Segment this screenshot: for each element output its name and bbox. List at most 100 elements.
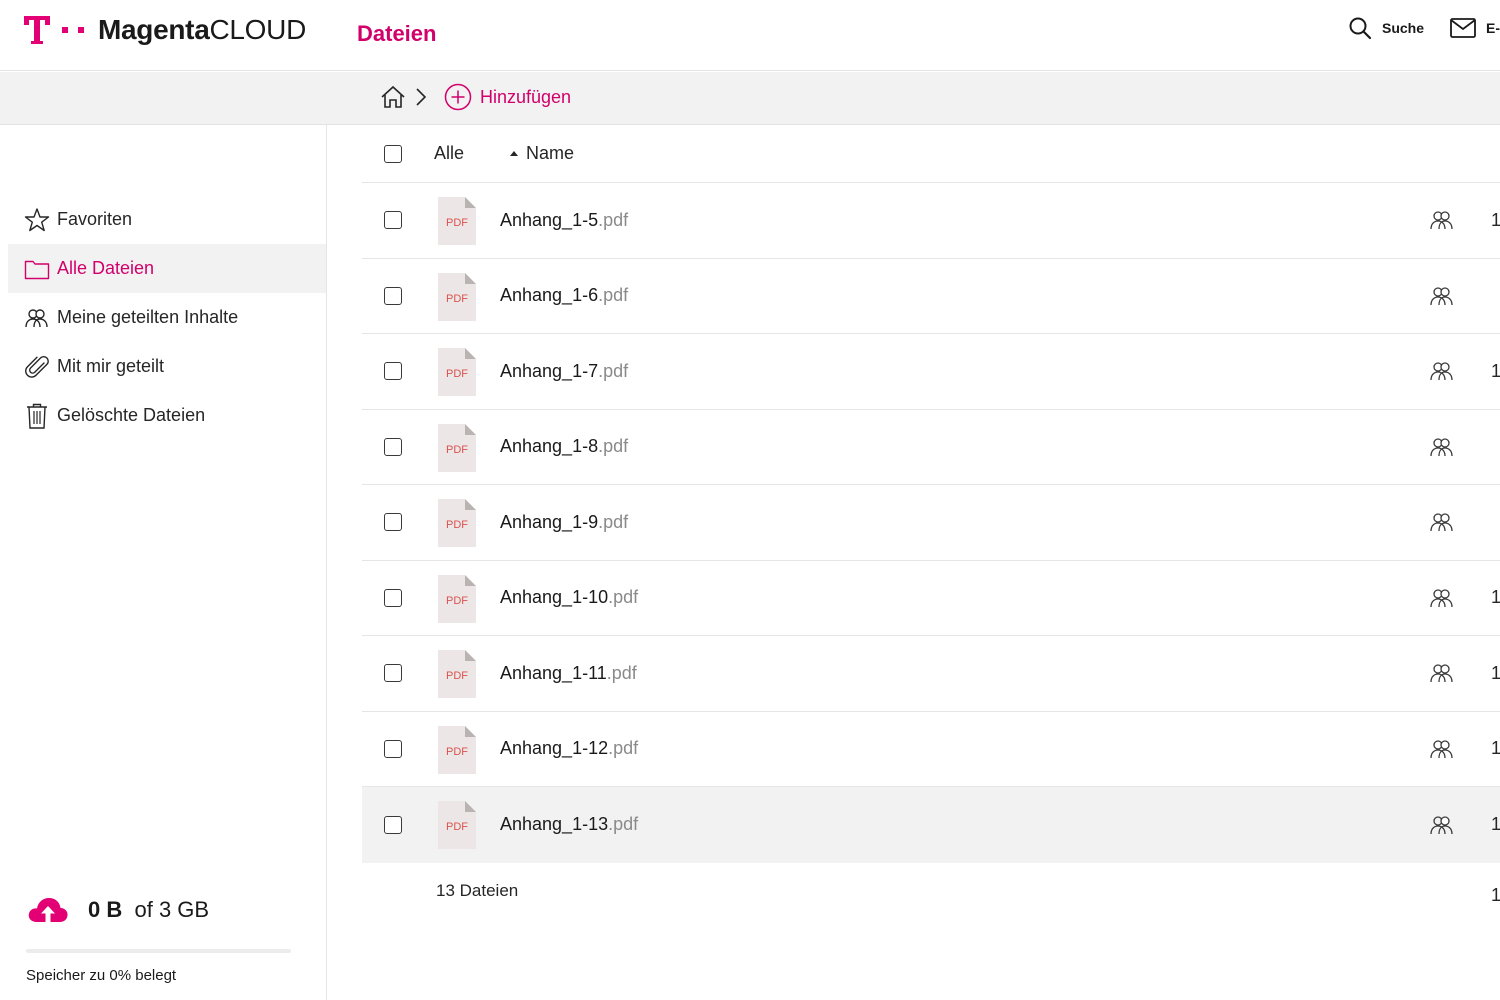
breadcrumb: Hinzufügen [380, 83, 571, 111]
sidebar-nav: Favoriten Alle Dateien Meine geteilten I… [8, 195, 326, 440]
chevron-right-icon [416, 88, 427, 106]
sidebar-item-label: Meine geteilten Inhalte [57, 307, 239, 327]
share-icon[interactable] [1428, 738, 1456, 760]
file-checkbox[interactable] [384, 513, 402, 532]
app-header: MagentaCLOUD Dateien Suche E- [0, 0, 1500, 71]
svg-text:PDF: PDF [446, 746, 468, 758]
pdf-file-icon: PDF [438, 574, 476, 623]
share-icon[interactable] [1428, 662, 1456, 684]
add-button[interactable]: Hinzufügen [444, 83, 571, 111]
select-all-checkbox[interactable] [384, 144, 402, 163]
sidebar-item-label: Favoriten [57, 209, 133, 229]
file-size: 1 [1491, 209, 1500, 230]
file-list-footer: 13 Dateien 1 [362, 863, 1500, 919]
sidebar-item-all-files[interactable]: Alle Dateien [8, 244, 326, 293]
brand-name: MagentaCLOUD [98, 14, 306, 45]
share-icon[interactable] [1428, 285, 1456, 307]
file-checkbox[interactable] [384, 362, 402, 381]
pdf-file-icon: PDF [438, 423, 476, 472]
file-list-header: Alle Name [362, 125, 1500, 183]
trash-icon [23, 402, 51, 430]
paperclip-icon [23, 353, 51, 381]
file-size: 1 [1491, 587, 1500, 608]
mail-icon [1450, 18, 1476, 38]
share-icon[interactable] [1428, 587, 1456, 609]
file-row[interactable]: PDF Anhang_1-5.pdf 1 [362, 183, 1500, 259]
search-button[interactable]: Suche [1348, 16, 1424, 40]
svg-text:PDF: PDF [446, 519, 468, 531]
cloud-upload-icon [28, 898, 68, 922]
sidebar-item-favorites[interactable]: Favoriten [8, 195, 326, 244]
file-checkbox[interactable] [384, 815, 402, 834]
pdf-file-icon: PDF [438, 725, 476, 774]
file-row[interactable]: PDF Anhang_1-8.pdf [362, 410, 1500, 485]
file-name[interactable]: Anhang_1-11.pdf [500, 663, 637, 684]
name-column-header[interactable]: Name [510, 143, 574, 164]
sidebar-item-label: Mit mir geteilt [57, 356, 165, 376]
share-icon[interactable] [1428, 436, 1456, 458]
file-name[interactable]: Anhang_1-6.pdf [500, 285, 628, 306]
pdf-file-icon: PDF [438, 348, 476, 396]
file-row[interactable]: PDF Anhang_1-6.pdf [362, 259, 1500, 334]
file-name[interactable]: Anhang_1-5.pdf [500, 210, 628, 231]
sidebar: Favoriten Alle Dateien Meine geteilten I… [0, 125, 327, 1000]
file-row[interactable]: PDF Anhang_1-7.pdf 1 [362, 334, 1500, 410]
folder-icon [23, 255, 51, 283]
search-label: Suche [1381, 20, 1424, 36]
total-size: 1 [1491, 884, 1500, 905]
pdf-file-icon: PDF [438, 197, 476, 245]
file-name[interactable]: Anhang_1-10.pdf [500, 587, 638, 608]
file-size: 1 [1491, 360, 1500, 381]
file-name[interactable]: Anhang_1-12.pdf [500, 738, 638, 759]
sidebar-item-my-shared[interactable]: Meine geteilten Inhalte [8, 293, 326, 342]
file-size: 1 [1491, 814, 1500, 835]
sort-ascending-icon [510, 151, 518, 156]
email-button[interactable]: E- [1450, 18, 1500, 38]
toolbar: Hinzufügen [0, 72, 1500, 125]
home-icon[interactable] [380, 84, 406, 110]
file-checkbox[interactable] [384, 664, 402, 683]
svg-text:PDF: PDF [446, 293, 468, 305]
sidebar-item-shared-with-me[interactable]: Mit mir geteilt [8, 342, 326, 391]
storage-usage-text: Speicher zu 0% belegt [26, 967, 177, 984]
pdf-file-icon: PDF [438, 801, 476, 849]
file-name[interactable]: Anhang_1-13.pdf [500, 814, 638, 835]
share-icon[interactable] [1428, 814, 1456, 836]
file-size: 1 [1491, 738, 1500, 759]
star-icon [23, 206, 51, 234]
file-checkbox[interactable] [384, 588, 402, 607]
file-checkbox[interactable] [384, 211, 402, 230]
svg-text:PDF: PDF [446, 821, 468, 833]
logo-dots [62, 27, 84, 33]
shared-users-icon [23, 304, 51, 332]
file-name[interactable]: Anhang_1-9.pdf [500, 512, 628, 533]
storage-total: of 3 GB [134, 897, 210, 922]
file-row[interactable]: PDF Anhang_1-12.pdf 1 [362, 712, 1500, 787]
page-title: Dateien [357, 21, 437, 46]
sidebar-item-label: Gelöschte Dateien [57, 405, 206, 425]
svg-text:PDF: PDF [446, 670, 468, 682]
add-label: Hinzufügen [480, 86, 572, 107]
file-row[interactable]: PDF Anhang_1-13.pdf 1 [362, 787, 1500, 863]
brand-logo[interactable]: MagentaCLOUD [24, 12, 306, 48]
sidebar-item-deleted[interactable]: Gelöschte Dateien [8, 391, 326, 440]
file-checkbox[interactable] [384, 437, 402, 456]
pdf-file-icon: PDF [438, 272, 476, 321]
email-label: E- [1486, 20, 1500, 36]
file-row[interactable]: PDF Anhang_1-11.pdf 1 [362, 636, 1500, 712]
share-icon[interactable] [1428, 209, 1456, 231]
file-row[interactable]: PDF Anhang_1-9.pdf [362, 485, 1500, 561]
share-icon[interactable] [1428, 360, 1456, 382]
file-name[interactable]: Anhang_1-8.pdf [500, 436, 628, 457]
storage-progress-bar [26, 949, 291, 953]
file-checkbox[interactable] [384, 286, 402, 305]
share-icon[interactable] [1428, 511, 1456, 533]
telekom-t-logo-icon [24, 16, 50, 44]
name-column-label: Name [526, 143, 575, 163]
file-checkbox[interactable] [384, 739, 402, 758]
file-count: 13 Dateien [436, 880, 519, 900]
file-row[interactable]: PDF Anhang_1-10.pdf 1 [362, 561, 1500, 636]
svg-text:PDF: PDF [446, 217, 468, 229]
file-name[interactable]: Anhang_1-7.pdf [500, 361, 628, 382]
file-size: 1 [1491, 662, 1500, 683]
